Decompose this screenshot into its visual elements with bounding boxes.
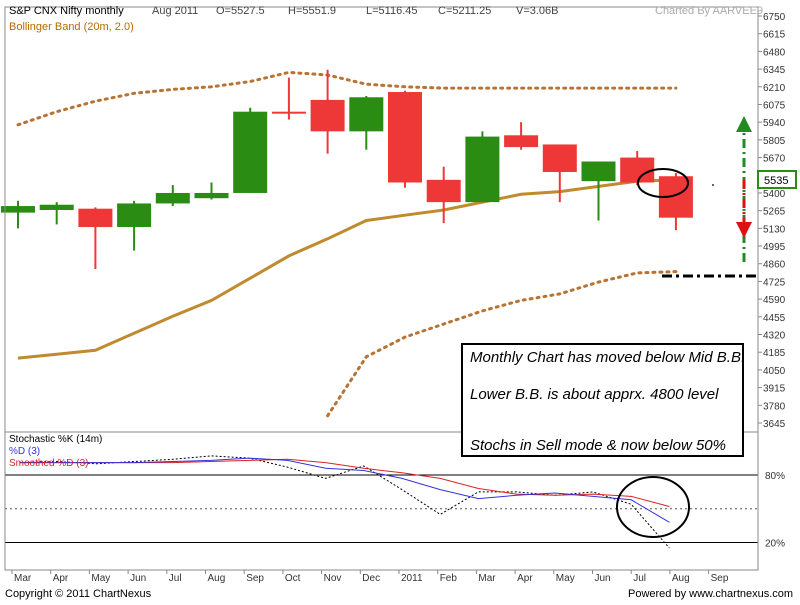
price-tick-label: 4320 — [763, 331, 786, 342]
price-tick-label: 4860 — [763, 260, 786, 271]
close-value: C=5211.25 — [438, 5, 491, 17]
candle-body — [426, 179, 461, 203]
x-tick-label: Aug — [208, 573, 226, 584]
stoch-sd-legend: Smoothed %D (3) — [9, 458, 88, 469]
price-tick-label: 4455 — [763, 313, 786, 324]
price-tick-label: 6615 — [763, 30, 786, 41]
x-tick-label: Feb — [440, 573, 458, 584]
candle-body — [271, 111, 306, 114]
candle-body — [542, 144, 577, 172]
stoch-d-legend: %D (3) — [9, 446, 40, 457]
price-tick-label: 4185 — [763, 348, 786, 359]
candle-body — [78, 208, 113, 228]
candle-body — [39, 204, 74, 210]
x-tick-label: Mar — [14, 573, 32, 584]
marker-dot — [712, 184, 714, 186]
x-tick-label: Sep — [246, 573, 264, 584]
price-tick-label: 3780 — [763, 401, 786, 412]
price-tick-label: 5265 — [763, 207, 786, 218]
footer-copyright: Copyright © 2011 ChartNexus — [5, 588, 152, 600]
x-tick-label: Oct — [285, 573, 301, 584]
price-tick-label: 6210 — [763, 83, 786, 94]
x-tick-label: May — [91, 573, 110, 584]
open-value: O=5527.5 — [216, 5, 265, 17]
volume-value: V=3.06B — [516, 5, 559, 17]
annotation-box: Monthly Chart has moved below Mid B.B. L… — [461, 343, 744, 457]
x-tick-label: Jul — [633, 573, 646, 584]
charted-by-label: Charted By AARVEE9 — [655, 5, 763, 17]
current-price-label: 5535 — [764, 175, 788, 187]
x-tick-label: Mar — [478, 573, 496, 584]
candle-body — [1, 206, 35, 213]
nifty-monthly-chart: 6750 6615 6480 6345 6210 6075 5940 5805 5670 5535… — [0, 0, 800, 600]
price-tick-label: 6750 — [763, 12, 786, 23]
price-tick-label: 5130 — [763, 224, 786, 235]
period-label: Aug 2011 — [152, 5, 198, 17]
chart-canvas: 6750 6615 6480 6345 6210 6075 5940 5805 5670 5535… — [0, 0, 800, 600]
candle-body — [465, 136, 500, 203]
candle-body — [581, 161, 616, 182]
candle-body — [349, 97, 384, 132]
x-tick-label: 2011 — [401, 573, 423, 584]
annotation-line-1: Monthly Chart has moved below Mid B.B. — [470, 349, 744, 366]
x-tick-label: Aug — [672, 573, 690, 584]
chart-background — [0, 0, 800, 600]
price-tick-label: 4725 — [763, 277, 786, 288]
x-tick-label: Jun — [130, 573, 146, 584]
price-tick-label: 6345 — [763, 65, 786, 76]
candle-body — [620, 157, 655, 183]
candle-body — [388, 92, 422, 183]
price-tick-label: 5805 — [763, 136, 786, 147]
price-tick-label: 4590 — [763, 295, 786, 306]
x-tick-label: Nov — [324, 573, 342, 584]
price-tick-label: 5400 — [763, 189, 786, 200]
price-tick-label: 4995 — [763, 242, 786, 253]
price-tick-label: 6075 — [763, 100, 786, 111]
price-tick-label: 6480 — [763, 47, 786, 58]
high-value: H=5551.9 — [288, 5, 336, 17]
price-tick-label: 5940 — [763, 118, 786, 129]
x-tick-label: May — [556, 573, 575, 584]
price-tick-label: 5670 — [763, 154, 786, 165]
x-tick-label: Apr — [517, 573, 533, 584]
candle-body — [310, 99, 345, 132]
x-tick-label: Dec — [362, 573, 380, 584]
stoch-tick-label: 20% — [765, 539, 785, 550]
stoch-k-legend: Stochastic %K (14m) — [9, 434, 102, 445]
x-tick-label: Jun — [595, 573, 611, 584]
price-tick-label: 3915 — [763, 384, 786, 395]
chart-title: S&P CNX Nifty monthly — [9, 5, 124, 17]
candle-body — [155, 192, 190, 204]
candle-body — [504, 135, 539, 148]
annotation-line-2: Lower B.B. is about apprx. 4800 level — [470, 386, 719, 403]
stoch-tick-label: 80% — [765, 471, 785, 482]
x-tick-label: Sep — [711, 573, 729, 584]
price-tick-label: 3645 — [763, 419, 786, 430]
annotation-line-3: Stochs in Sell mode & now below 50% — [470, 437, 726, 454]
footer-powered: Powered by www.chartnexus.com — [628, 588, 793, 600]
candle-body — [117, 203, 152, 228]
price-tick-label: 4050 — [763, 366, 786, 377]
candle-body — [194, 192, 229, 199]
bollinger-legend: Bollinger Band (20m, 2.0) — [9, 21, 134, 33]
x-tick-label: Jul — [169, 573, 182, 584]
x-tick-label: Apr — [53, 573, 69, 584]
candle-body — [233, 111, 268, 193]
low-value: L=5116.45 — [366, 5, 418, 17]
